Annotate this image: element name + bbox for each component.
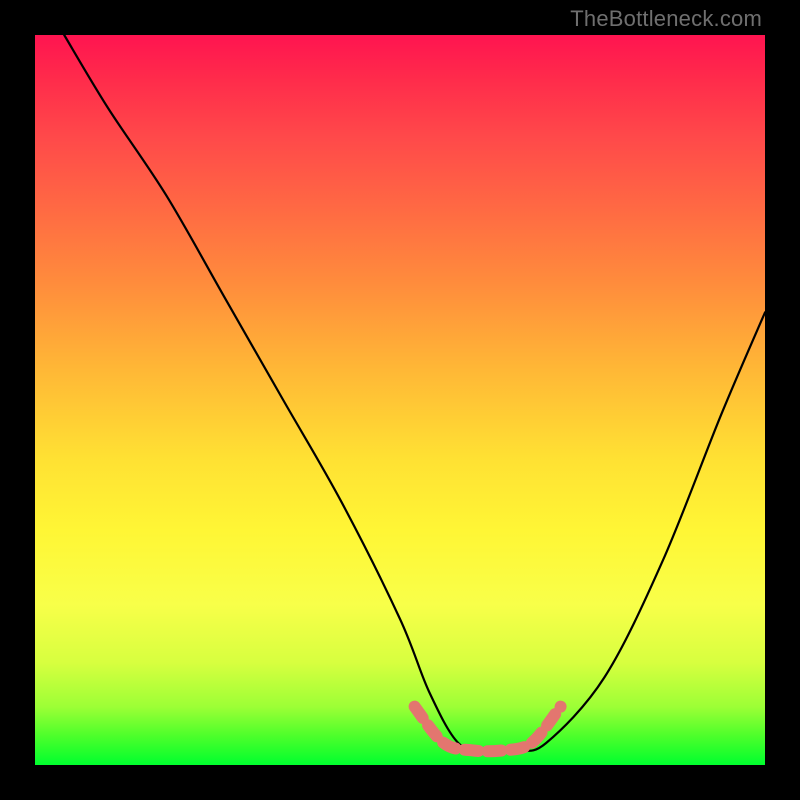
chart-plot-area xyxy=(35,35,765,765)
watermark-label: TheBottleneck.com xyxy=(570,6,762,32)
optimal-zone-path xyxy=(415,707,561,752)
chart-svg xyxy=(35,35,765,765)
chart-frame: TheBottleneck.com xyxy=(0,0,800,800)
bottleneck-curve-path xyxy=(64,35,765,751)
